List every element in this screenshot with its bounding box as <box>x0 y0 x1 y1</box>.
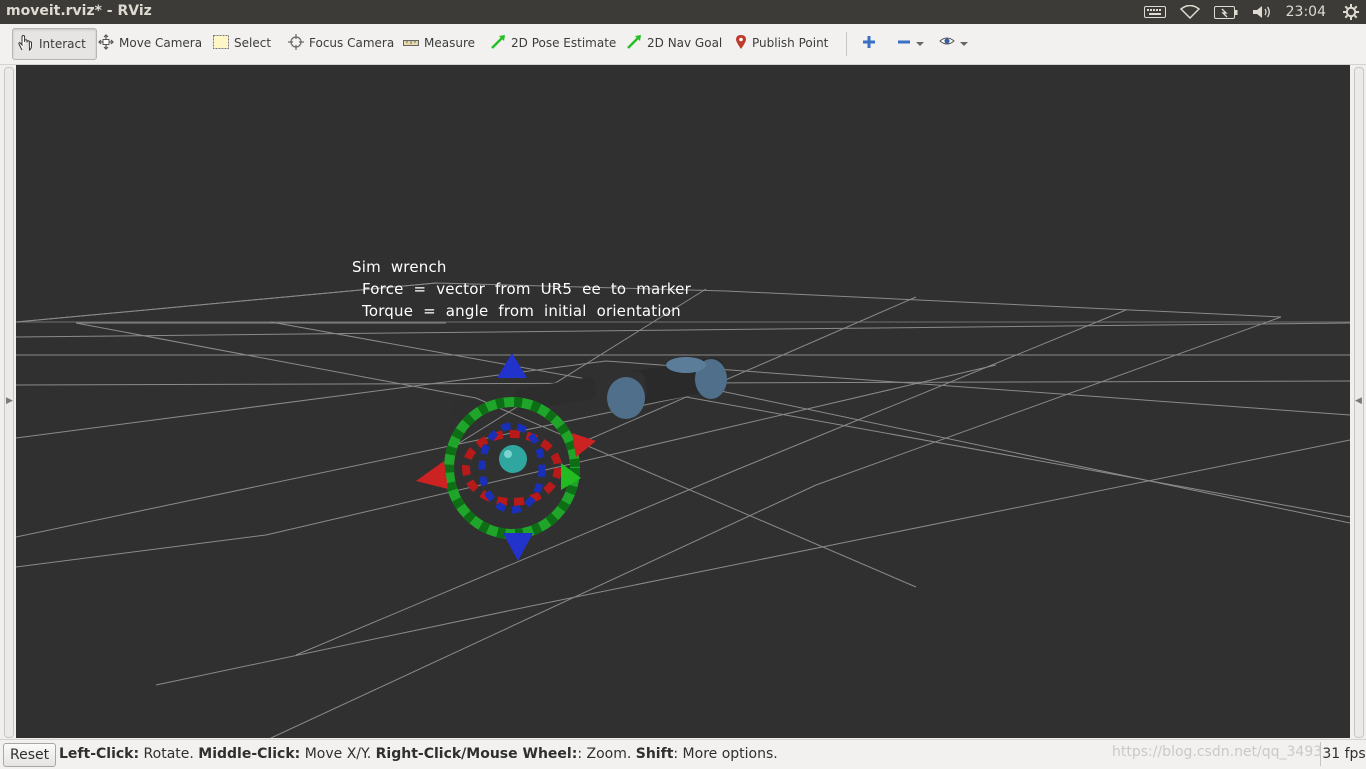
battery-icon[interactable] <box>1213 0 1238 24</box>
green-arrow-icon <box>626 34 642 53</box>
watermark-text: https://blog.csdn.net/qq_3493 <box>1112 744 1323 760</box>
move-camera-icon <box>98 33 114 53</box>
ground-grid <box>16 282 1350 738</box>
hint-text-2: : Zoom. <box>577 746 636 762</box>
hint-bold-1: Middle-Click: <box>198 746 301 762</box>
right-dock-toggle[interactable]: ◀ <box>1350 65 1366 738</box>
interact-tool-button[interactable]: Interact <box>12 28 97 60</box>
3d-render-viewport[interactable]: Sim wrench Force = vector from UR5 ee to… <box>16 65 1350 738</box>
left-dock-toggle[interactable]: ▶ <box>0 65 16 738</box>
fps-counter: 31 fps <box>1320 742 1366 766</box>
add-tool-button[interactable] <box>862 28 876 58</box>
settings-gear-icon[interactable] <box>1343 0 1359 24</box>
toolbar-separator <box>846 32 847 56</box>
hint-bold-3: Shift <box>635 746 674 762</box>
2d-pose-estimate-tool-button[interactable]: 2D Pose Estimate <box>490 28 616 58</box>
clock[interactable]: 23:04 <box>1286 0 1326 24</box>
volume-icon[interactable] <box>1252 0 1272 24</box>
ur5-robot-model <box>450 357 727 422</box>
2d-nav-goal-label: 2D Nav Goal <box>647 36 723 50</box>
hint-text-0: Rotate. <box>139 746 199 762</box>
view-eye-icon <box>939 35 969 52</box>
select-tool-button[interactable]: Select <box>213 28 271 58</box>
window-title-bar: moveit.rviz* - RViz 23:04 <box>0 0 1366 24</box>
2d-pose-estimate-label: 2D Pose Estimate <box>511 36 617 50</box>
window-title: moveit.rviz* - RViz <box>6 3 152 19</box>
map-pin-icon <box>735 34 747 53</box>
hand-pointer-icon <box>16 34 34 55</box>
rviz-toolbar: Interact Move Camera Select Focus Camera… <box>0 24 1366 65</box>
hint-bold-2: Right-Click/Mouse Wheel: <box>375 746 578 762</box>
system-tray: 23:04 <box>1137 0 1366 24</box>
green-arrow-icon <box>490 34 506 53</box>
overlay-text-line3: Torque = angle from initial orientation <box>362 302 681 320</box>
expand-left-icon: ▶ <box>6 396 13 406</box>
focus-camera-tool-button[interactable]: Focus Camera <box>288 28 394 58</box>
mouse-hint-text: Left-Click: Rotate. Middle-Click: Move X… <box>59 746 778 762</box>
overlay-text-line1: Sim wrench <box>352 258 447 276</box>
hint-bold-0: Left-Click: <box>59 746 140 762</box>
expand-right-icon: ◀ <box>1355 396 1362 406</box>
select-box-icon <box>213 34 229 52</box>
view-options-button[interactable] <box>939 28 969 58</box>
reset-button[interactable]: Reset <box>3 743 57 767</box>
hint-text-3: : More options. <box>673 746 778 762</box>
publish-point-tool-button[interactable]: Publish Point <box>735 28 828 58</box>
move-camera-label: Move Camera <box>119 36 203 50</box>
overlay-text-line2: Force = vector from UR5 ee to marker <box>362 280 691 298</box>
keyboard-icon[interactable] <box>1143 0 1166 24</box>
interact-label: Interact <box>39 37 86 51</box>
remove-tool-button[interactable] <box>897 28 925 58</box>
wifi-icon[interactable] <box>1179 0 1200 24</box>
focus-camera-label: Focus Camera <box>309 36 395 50</box>
move-camera-tool-button[interactable]: Move Camera <box>98 28 202 58</box>
select-label: Select <box>234 36 272 50</box>
publish-point-label: Publish Point <box>752 36 829 50</box>
ruler-icon <box>403 36 419 50</box>
focus-crosshair-icon <box>288 33 304 53</box>
add-tool-icon <box>862 35 876 52</box>
measure-tool-button[interactable]: Measure <box>403 28 475 58</box>
measure-label: Measure <box>424 36 475 50</box>
2d-nav-goal-tool-button[interactable]: 2D Nav Goal <box>626 28 722 58</box>
scene-canvas <box>16 282 1350 738</box>
hint-text-1: Move X/Y. <box>300 746 376 762</box>
remove-tool-icon <box>897 35 925 52</box>
status-bar: Reset Left-Click: Rotate. Middle-Click: … <box>0 739 1366 769</box>
